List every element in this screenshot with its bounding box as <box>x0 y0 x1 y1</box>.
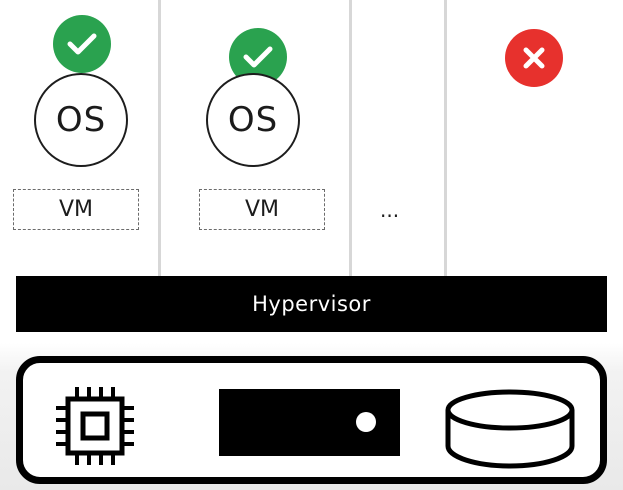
os-label: OS <box>227 100 279 140</box>
server-indicator-light <box>356 412 376 432</box>
x-mark-glyph <box>523 47 545 69</box>
slot-divider-1 <box>158 0 161 284</box>
cpu-chip-icon <box>56 387 134 465</box>
os-circle: OS <box>34 73 128 167</box>
more-vms-ellipsis: ... <box>380 198 400 222</box>
hypervisor-label: Hypervisor <box>252 292 371 316</box>
storage-disk-icon <box>445 389 575 469</box>
os-circle: OS <box>206 73 300 167</box>
check-icon <box>53 15 111 73</box>
vm-box: VM <box>13 189 139 230</box>
check-mark-glyph <box>67 33 97 55</box>
slot-divider-3 <box>444 0 447 284</box>
vm-box: VM <box>199 189 325 230</box>
vm-label: VM <box>58 197 94 222</box>
check-mark-glyph <box>243 46 273 68</box>
server-icon <box>219 389 400 456</box>
os-label: OS <box>55 100 107 140</box>
vm-label: VM <box>244 197 280 222</box>
slot-divider-2 <box>349 0 352 284</box>
virtualization-diagram: OS VM OS VM ... Hypervisor <box>0 0 623 490</box>
hypervisor-bar: Hypervisor <box>16 276 607 332</box>
x-icon <box>505 29 563 87</box>
